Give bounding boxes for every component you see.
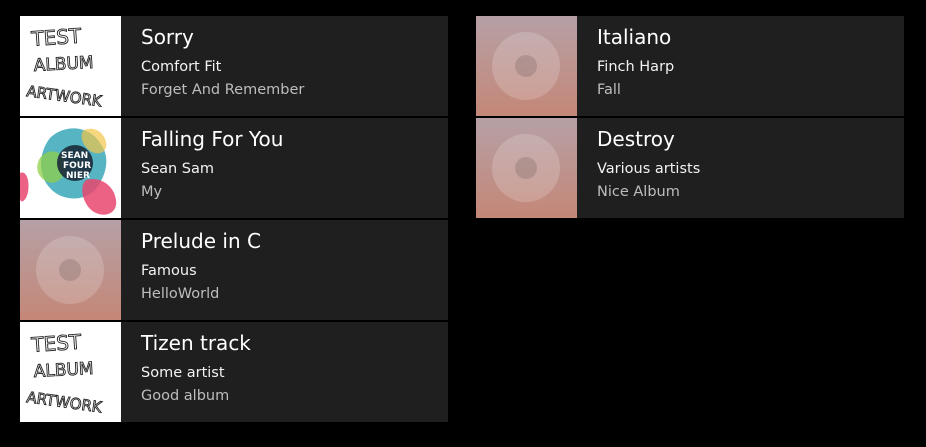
track-title: Italiano	[597, 25, 672, 49]
track-artist: Famous	[141, 263, 197, 279]
svg-text:ALBUM: ALBUM	[33, 53, 94, 76]
track-album: Fall	[597, 82, 621, 98]
track-list-left: TEST ALBUM ARTWORK Sorry Comfort Fit For…	[20, 16, 448, 424]
track-album: Nice Album	[597, 184, 680, 200]
track-artist: Various artists	[597, 161, 701, 177]
track-artist: Comfort Fit	[141, 59, 222, 75]
track-title: Destroy	[597, 127, 675, 151]
svg-text:ALBUM: ALBUM	[33, 359, 94, 382]
svg-text:TEST: TEST	[30, 330, 83, 358]
track-album: Forget And Remember	[141, 82, 305, 98]
svg-text:FOUR: FOUR	[63, 161, 91, 171]
track-row-italiano[interactable]: Italiano Finch Harp Fall	[476, 16, 904, 116]
track-title: Falling For You	[141, 127, 284, 151]
sean-fournier-album-artwork: SEAN FOUR NIER	[20, 118, 121, 218]
track-album: My	[141, 184, 163, 200]
default-disc-artwork	[476, 16, 577, 116]
track-title: Prelude in C	[141, 229, 261, 253]
track-row-destroy[interactable]: Destroy Various artists Nice Album	[476, 118, 904, 218]
track-artist: Some artist	[141, 365, 225, 381]
default-disc-artwork	[20, 220, 121, 320]
test-album-artwork: TEST ALBUM ARTWORK	[20, 322, 121, 422]
svg-text:SEAN: SEAN	[61, 151, 88, 161]
default-disc-artwork	[476, 118, 577, 218]
track-album: HelloWorld	[141, 286, 220, 302]
track-row-falling-for-you[interactable]: SEAN FOUR NIER Falling For You Sean Sam …	[20, 118, 448, 218]
track-row-tizen-track[interactable]: TEST ALBUM ARTWORK Tizen track Some arti…	[20, 322, 448, 422]
track-artist: Sean Sam	[141, 161, 215, 177]
test-album-artwork: TEST ALBUM ARTWORK	[20, 16, 121, 116]
track-title: Sorry	[141, 25, 194, 49]
track-list-right: Italiano Finch Harp Fall Destroy Various…	[476, 16, 904, 220]
track-album: Good album	[141, 388, 230, 404]
svg-text:NIER: NIER	[66, 171, 90, 181]
svg-text:TEST: TEST	[30, 24, 83, 52]
track-row-sorry[interactable]: TEST ALBUM ARTWORK Sorry Comfort Fit For…	[20, 16, 448, 116]
track-artist: Finch Harp	[597, 59, 675, 75]
track-title: Tizen track	[141, 331, 251, 355]
track-row-prelude-in-c[interactable]: Prelude in C Famous HelloWorld	[20, 220, 448, 320]
